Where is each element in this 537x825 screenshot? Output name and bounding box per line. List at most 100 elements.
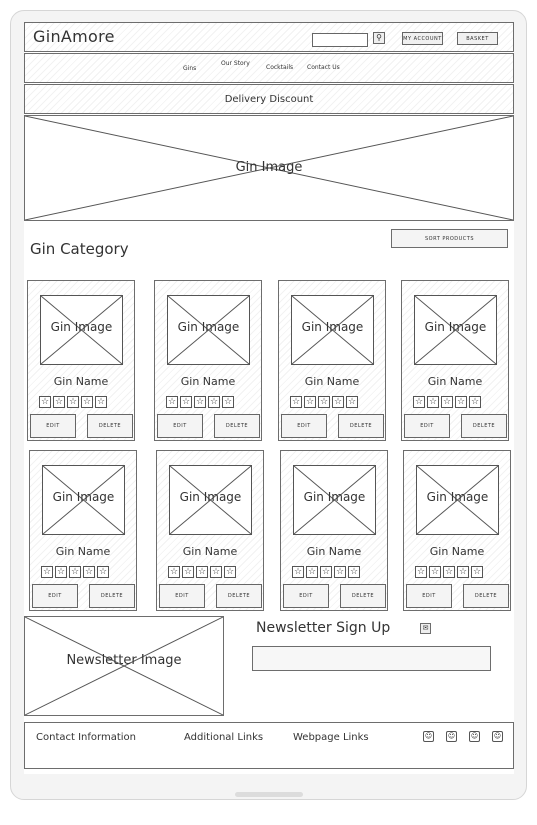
nav-link-cocktails[interactable]: Cocktails — [266, 64, 293, 71]
delete-button[interactable]: DELETE — [214, 414, 260, 438]
star-rating[interactable]: ☆ ☆ ☆ ☆ ☆ — [166, 396, 234, 408]
product-card[interactable]: Gin Image Gin Name ☆ ☆ ☆ ☆ ☆ EDIT DELETE — [154, 280, 262, 441]
star-rating[interactable]: ☆ ☆ ☆ ☆ ☆ — [290, 396, 358, 408]
edit-button[interactable]: EDIT — [157, 414, 203, 438]
star-icon[interactable]: ☆ — [457, 566, 469, 578]
star-icon[interactable]: ☆ — [455, 396, 467, 408]
star-icon[interactable]: ☆ — [469, 396, 481, 408]
product-name[interactable]: Gin Name — [28, 375, 134, 388]
product-card[interactable]: Gin Image Gin Name ☆ ☆ ☆ ☆ ☆ EDIT DELETE — [280, 450, 388, 611]
star-rating[interactable]: ☆ ☆ ☆ ☆ ☆ — [292, 566, 360, 578]
star-icon[interactable]: ☆ — [180, 396, 192, 408]
product-card[interactable]: Gin Image Gin Name ☆ ☆ ☆ ☆ ☆ EDIT DELETE — [29, 450, 137, 611]
edit-button[interactable]: EDIT — [281, 414, 327, 438]
edit-button[interactable]: EDIT — [283, 584, 329, 608]
product-card[interactable]: Gin Image Gin Name ☆ ☆ ☆ ☆ ☆ EDIT DELETE — [403, 450, 511, 611]
star-icon[interactable]: ☆ — [168, 566, 180, 578]
star-icon[interactable]: ☆ — [304, 396, 316, 408]
edit-button[interactable]: EDIT — [159, 584, 205, 608]
star-icon[interactable]: ☆ — [97, 566, 109, 578]
product-card[interactable]: Gin Image Gin Name ☆ ☆ ☆ ☆ ☆ EDIT DELETE — [278, 280, 386, 441]
product-name[interactable]: Gin Name — [404, 545, 510, 558]
star-icon[interactable]: ☆ — [210, 566, 222, 578]
star-rating[interactable]: ☆ ☆ ☆ ☆ ☆ — [41, 566, 109, 578]
star-icon[interactable]: ☆ — [471, 566, 483, 578]
star-icon[interactable]: ☆ — [415, 566, 427, 578]
star-icon[interactable]: ☆ — [290, 396, 302, 408]
star-icon[interactable]: ☆ — [320, 566, 332, 578]
social-icon-4[interactable]: ☺ — [492, 731, 503, 742]
product-name[interactable]: Gin Name — [30, 545, 136, 558]
star-icon[interactable]: ☆ — [222, 396, 234, 408]
product-name[interactable]: Gin Name — [402, 375, 508, 388]
nav-link-our-story[interactable]: Our Story — [221, 60, 250, 67]
product-name[interactable]: Gin Name — [279, 375, 385, 388]
star-icon[interactable]: ☆ — [208, 396, 220, 408]
footer-additional-link[interactable]: Additional Links — [184, 732, 263, 743]
star-icon[interactable]: ☆ — [194, 396, 206, 408]
star-icon[interactable]: ☆ — [413, 396, 425, 408]
social-icon-3[interactable]: ☺ — [469, 731, 480, 742]
nav-link-contact-us[interactable]: Contact Us — [307, 64, 340, 71]
star-rating[interactable]: ☆ ☆ ☆ ☆ ☆ — [39, 396, 107, 408]
search-input[interactable] — [312, 33, 368, 47]
delete-button[interactable]: DELETE — [340, 584, 386, 608]
edit-button[interactable]: EDIT — [32, 584, 78, 608]
product-card[interactable]: Gin Image Gin Name ☆ ☆ ☆ ☆ ☆ EDIT DELETE — [401, 280, 509, 441]
star-icon[interactable]: ☆ — [166, 396, 178, 408]
star-icon[interactable]: ☆ — [83, 566, 95, 578]
newsletter-email-input[interactable] — [252, 646, 491, 671]
newsletter-submit-icon[interactable]: ✉ — [420, 623, 431, 634]
star-icon[interactable]: ☆ — [53, 396, 65, 408]
star-icon[interactable]: ☆ — [332, 396, 344, 408]
delete-button[interactable]: DELETE — [461, 414, 507, 438]
star-icon[interactable]: ☆ — [67, 396, 79, 408]
sort-products-button[interactable]: SORT PRODUCTS — [391, 229, 508, 248]
delete-button[interactable]: DELETE — [89, 584, 135, 608]
star-rating[interactable]: ☆ ☆ ☆ ☆ ☆ — [413, 396, 481, 408]
star-rating[interactable]: ☆ ☆ ☆ ☆ ☆ — [168, 566, 236, 578]
search-icon[interactable]: ⚲ — [373, 32, 385, 44]
star-icon[interactable]: ☆ — [81, 396, 93, 408]
delete-button[interactable]: DELETE — [87, 414, 133, 438]
star-icon[interactable]: ☆ — [348, 566, 360, 578]
star-icon[interactable]: ☆ — [346, 396, 358, 408]
star-icon[interactable]: ☆ — [69, 566, 81, 578]
nav-link-gins[interactable]: Gins — [183, 65, 196, 72]
star-icon[interactable]: ☆ — [306, 566, 318, 578]
star-rating[interactable]: ☆ ☆ ☆ ☆ ☆ — [415, 566, 483, 578]
product-name[interactable]: Gin Name — [281, 545, 387, 558]
star-icon[interactable]: ☆ — [334, 566, 346, 578]
social-icon-2[interactable]: ☺ — [446, 731, 457, 742]
star-icon[interactable]: ☆ — [292, 566, 304, 578]
footer-contact-link[interactable]: Contact Information — [36, 732, 136, 743]
edit-button[interactable]: EDIT — [406, 584, 452, 608]
edit-button[interactable]: EDIT — [404, 414, 450, 438]
delete-button[interactable]: DELETE — [463, 584, 509, 608]
basket-button[interactable]: BASKET — [457, 32, 498, 45]
star-icon[interactable]: ☆ — [443, 566, 455, 578]
product-name[interactable]: Gin Name — [157, 545, 263, 558]
social-icon-1[interactable]: ☺ — [423, 731, 434, 742]
star-icon[interactable]: ☆ — [55, 566, 67, 578]
product-name[interactable]: Gin Name — [155, 375, 261, 388]
product-card[interactable]: Gin Image Gin Name ☆ ☆ ☆ ☆ ☆ EDIT DELETE — [156, 450, 264, 611]
delete-button[interactable]: DELETE — [216, 584, 262, 608]
my-account-button[interactable]: MY ACCOUNT — [402, 32, 443, 45]
site-logo[interactable]: GinAmore — [33, 27, 115, 46]
delivery-discount-banner[interactable]: Delivery Discount — [24, 84, 514, 114]
star-icon[interactable]: ☆ — [441, 396, 453, 408]
delete-button[interactable]: DELETE — [338, 414, 384, 438]
star-icon[interactable]: ☆ — [39, 396, 51, 408]
footer-webpage-link[interactable]: Webpage Links — [293, 732, 369, 743]
star-icon[interactable]: ☆ — [196, 566, 208, 578]
star-icon[interactable]: ☆ — [427, 396, 439, 408]
star-icon[interactable]: ☆ — [318, 396, 330, 408]
star-icon[interactable]: ☆ — [41, 566, 53, 578]
star-icon[interactable]: ☆ — [95, 396, 107, 408]
star-icon[interactable]: ☆ — [429, 566, 441, 578]
product-card[interactable]: Gin Image Gin Name ☆ ☆ ☆ ☆ ☆ EDIT DELETE — [27, 280, 135, 441]
star-icon[interactable]: ☆ — [224, 566, 236, 578]
edit-button[interactable]: EDIT — [30, 414, 76, 438]
star-icon[interactable]: ☆ — [182, 566, 194, 578]
